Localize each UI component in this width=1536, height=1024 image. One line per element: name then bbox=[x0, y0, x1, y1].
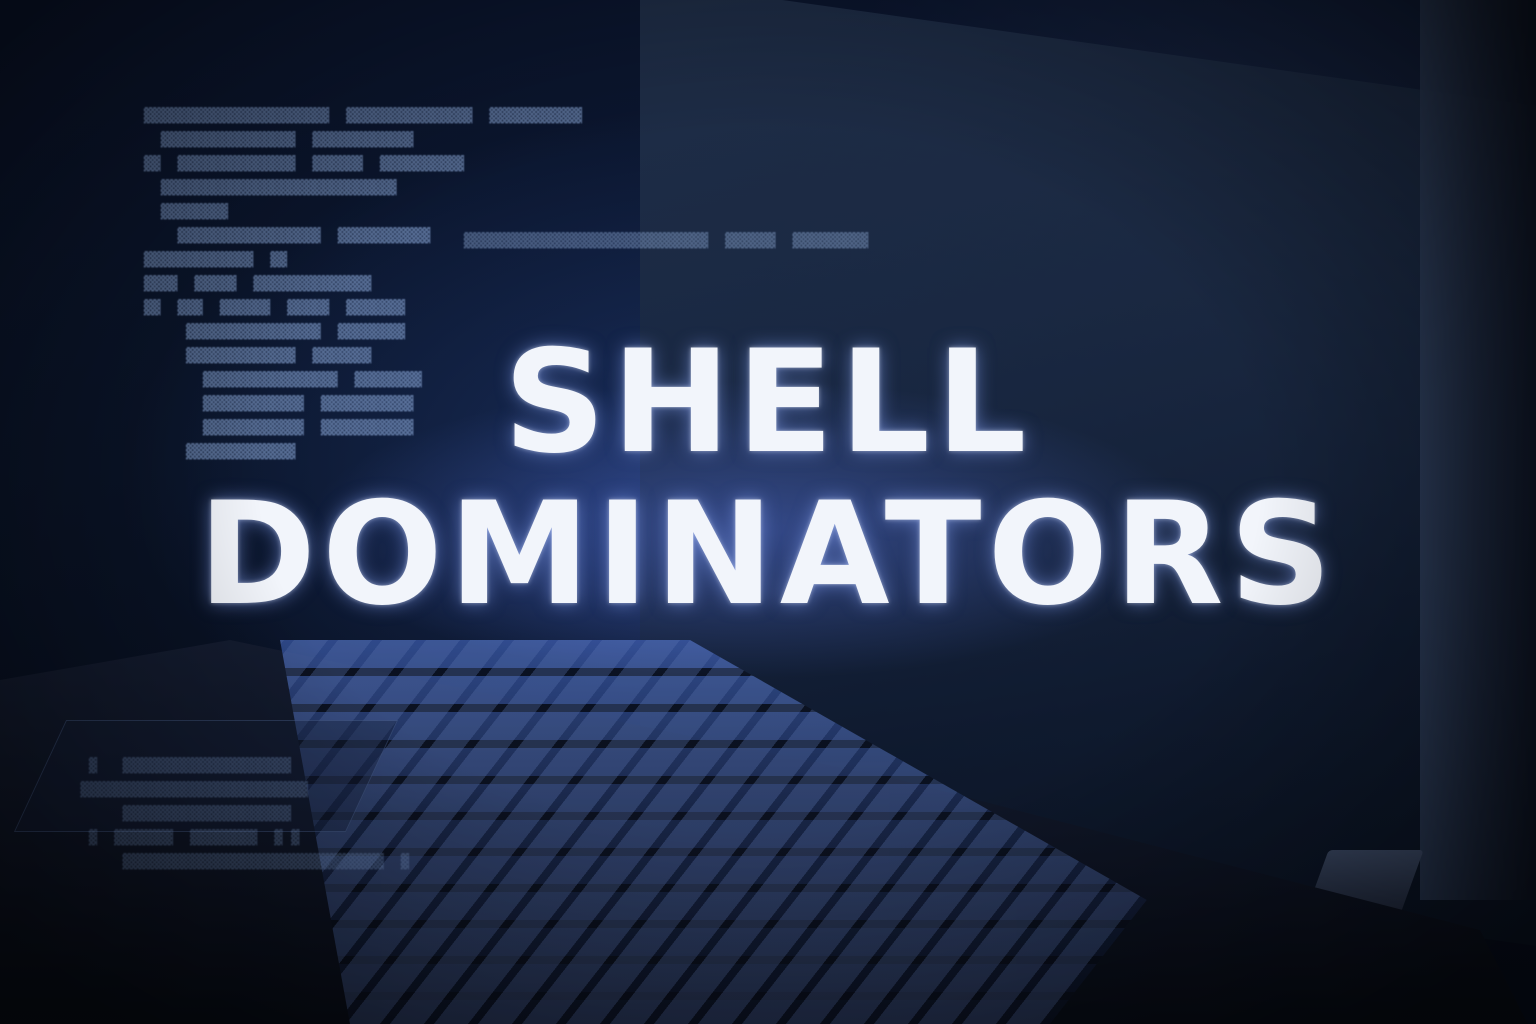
blurred-code-overlay-mid: ▓▓▓▓▓▓▓▓▓▓▓▓▓▓▓▓▓▓▓▓▓▓▓▓▓▓▓▓▓ ▓▓▓▓▓▓ ▓▓▓… bbox=[463, 233, 869, 249]
hero-image: ▓▓▓▓▓▓▓▓▓▓▓▓▓▓▓▓▓▓▓▓▓▓ ▓▓▓▓▓▓▓▓▓▓▓▓▓▓▓ ▓… bbox=[0, 0, 1536, 1024]
headline-line-1: SHELL bbox=[503, 320, 1033, 485]
headline-line-2: DOMINATORS bbox=[198, 472, 1338, 637]
blurred-code-overlay-lower: ▓ ▓▓▓▓▓▓▓▓▓▓▓▓▓▓▓▓▓▓▓▓ ▓▓▓▓▓▓▓▓▓▓▓▓▓▓▓▓▓… bbox=[80, 758, 410, 870]
